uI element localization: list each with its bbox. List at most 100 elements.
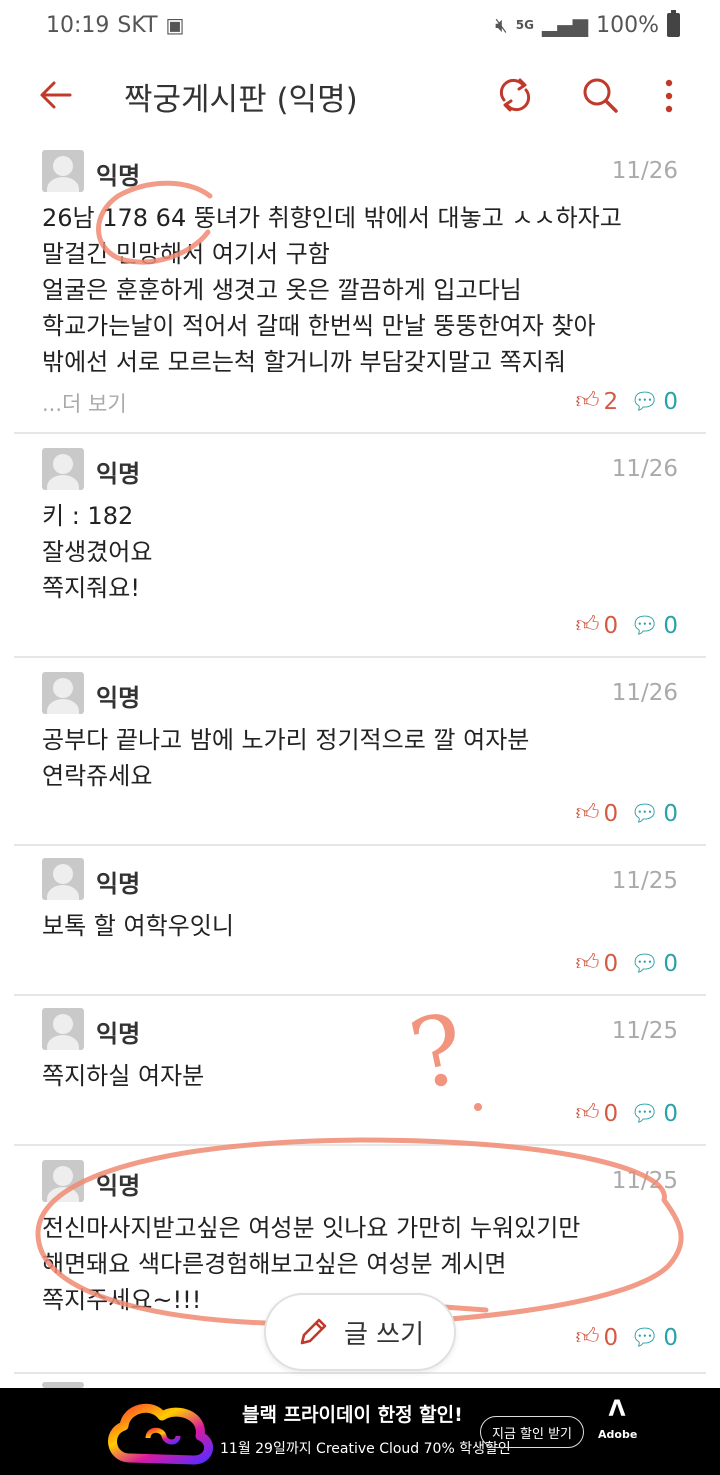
comment-count[interactable]: 💬︎ 0 <box>630 950 678 978</box>
comment-icon: 💬︎ <box>630 1325 660 1351</box>
comment-icon: 💬︎ <box>630 613 660 639</box>
post-item[interactable]: 익명 11/26 키 : 182 잘생겼어요 쪽지줘요! 👍︎ 0 💬︎ 0 <box>14 434 706 658</box>
avatar <box>42 448 84 490</box>
like-count[interactable]: 👍︎ 0 <box>575 1100 618 1127</box>
comment-icon: 💬︎ <box>630 1101 660 1127</box>
comment-icon: 💬︎ <box>630 951 660 977</box>
like-count[interactable]: 👍︎ 0 <box>575 1324 618 1351</box>
post-line: 쪽지하실 여자분 <box>42 1062 205 1090</box>
read-more-link[interactable]: ...더 보기 <box>42 388 127 418</box>
comment-count[interactable]: 💬︎ 0 <box>630 388 678 416</box>
thumbs-up-icon: 👍︎ <box>575 800 600 826</box>
comment-count[interactable]: 💬︎ 0 <box>630 800 678 828</box>
adobe-logo-icon: Λ <box>608 1397 626 1422</box>
post-line: 키 : 182 <box>42 502 134 530</box>
thumbs-up-icon: 👍︎ <box>575 950 600 976</box>
notification-icon: ▣ <box>165 13 185 37</box>
post-date: 11/25 <box>611 868 678 894</box>
network-type: 5G <box>515 18 534 32</box>
adobe-brand: Λ Adobe <box>598 1397 638 1442</box>
status-right: 🔇︎ 5G ▂▄▆ 100% <box>495 10 680 38</box>
post-date: 11/26 <box>611 456 678 482</box>
post-item[interactable]: 익명 11/26 26남 178 64 뚱녀가 취향인데 밖에서 대놓고 ㅅㅅ하… <box>14 142 706 434</box>
comment-icon: 💬︎ <box>630 801 660 827</box>
post-body: 공부다 끝나고 밤에 노가리 정기적으로 깔 여자분 연락쥬세요 <box>42 722 682 794</box>
avatar <box>42 1008 84 1050</box>
post-line: 연락쥬세요 <box>42 762 153 790</box>
post-date: 11/26 <box>611 680 678 706</box>
post-author: 익명 <box>96 1020 141 1048</box>
post-line: 공부다 끝나고 밤에 노가리 정기적으로 깔 여자분 <box>42 726 530 754</box>
post-body: 키 : 182 잘생겼어요 쪽지줘요! <box>42 498 682 606</box>
battery-percent: 100% <box>596 12 659 38</box>
post-stats: 👍︎ 2 💬︎ 0 <box>575 388 678 415</box>
post-date: 11/25 <box>611 1018 678 1044</box>
write-post-button[interactable]: 글 쓰기 <box>264 1293 456 1371</box>
adobe-brand-name: Adobe <box>598 1428 638 1441</box>
avatar <box>42 1160 84 1202</box>
ad-subtext: 11월 29일까지 Creative Cloud 70% 학생할인 <box>220 1441 511 1457</box>
comment-icon: 💬︎ <box>630 389 660 415</box>
post-item[interactable]: 익명 11/25 보톡 할 여학우잇니 👍︎ 0 💬︎ 0 <box>14 846 706 996</box>
post-line: 해면돼요 색다른경험해보고싶은 여성분 계시면 <box>42 1250 507 1278</box>
like-count[interactable]: 👍︎ 2 <box>575 388 618 415</box>
app-bar: 짝궁게시판 (익명) <box>0 50 720 142</box>
more-vert-icon[interactable] <box>656 76 682 116</box>
like-count[interactable]: 👍︎ 0 <box>575 612 618 639</box>
back-arrow-icon[interactable] <box>38 77 74 113</box>
thumbs-up-icon: 👍︎ <box>575 1324 600 1350</box>
thumbs-up-icon: 👍︎ <box>575 1100 600 1126</box>
post-author: 익명 <box>96 870 141 898</box>
post-line: 얼굴은 훈훈하게 생겻고 옷은 깔끔하게 입고다님 <box>42 276 522 304</box>
post-line: 전신마사지받고싶은 여성분 잇나요 가만히 누워있기만 <box>42 1214 581 1242</box>
like-count[interactable]: 👍︎ 0 <box>575 800 618 827</box>
post-line: 26남 178 64 뚱녀가 취향인데 밖에서 대놓고 ㅅㅅ하자고 <box>42 204 622 232</box>
ad-cta-button[interactable]: 지금 할인 받기 <box>480 1416 584 1448</box>
like-count[interactable]: 👍︎ 0 <box>575 950 618 977</box>
status-left: 10:19 SKT ▣ <box>46 13 184 38</box>
post-stats: 👍︎ 0 💬︎ 0 <box>575 1324 678 1351</box>
refresh-icon[interactable] <box>496 76 534 114</box>
post-date: 11/26 <box>611 158 678 184</box>
avatar <box>42 150 84 192</box>
write-button-label: 글 쓰기 <box>343 1319 425 1350</box>
post-line: 말걸긴 민망해서 여기서 구함 <box>42 240 330 268</box>
page-title: 짝궁게시판 (익명) <box>124 82 358 118</box>
post-item[interactable]: 익명 11/25 쪽지하실 여자분 👍︎ 0 💬︎ 0 <box>14 996 706 1146</box>
mute-icon: 🔇︎ <box>495 13 508 37</box>
battery-icon <box>667 10 680 37</box>
comment-count[interactable]: 💬︎ 0 <box>630 612 678 640</box>
post-author: 익명 <box>96 684 141 712</box>
comment-count[interactable]: 💬︎ 0 <box>630 1324 678 1352</box>
status-bar: 10:19 SKT ▣ 🔇︎ 5G ▂▄▆ 100% <box>0 0 720 50</box>
post-body: 보톡 할 여학우잇니 <box>42 908 682 944</box>
post-author: 익명 <box>96 460 141 488</box>
post-line: 쪽지줘요! <box>42 574 140 602</box>
ad-headline: 블랙 프라이데이 한정 할인! <box>242 1404 463 1426</box>
comment-count[interactable]: 💬︎ 0 <box>630 1100 678 1128</box>
status-carrier: SKT <box>117 12 158 38</box>
post-line: 잘생겼어요 <box>42 538 153 566</box>
thumbs-up-icon: 👍︎ <box>575 388 600 414</box>
ad-banner[interactable]: 블랙 프라이데이 한정 할인! 11월 29일까지 Creative Cloud… <box>0 1388 720 1475</box>
post-author: 익명 <box>96 1172 141 1200</box>
post-line: 밖에선 서로 모르는척 할거니까 부담갖지말고 쪽지줘 <box>42 348 566 376</box>
post-date: 11/25 <box>611 1168 678 1194</box>
post-author: 익명 <box>96 162 141 190</box>
post-body: 쪽지하실 여자분 <box>42 1058 682 1094</box>
status-time: 10:19 <box>46 12 110 38</box>
post-stats: 👍︎ 0 💬︎ 0 <box>575 800 678 827</box>
post-stats: 👍︎ 0 💬︎ 0 <box>575 1100 678 1127</box>
post-line: 학교가는날이 적어서 갈때 한번씩 만날 뚱뚱한여자 찾아 <box>42 312 596 340</box>
creative-cloud-logo <box>108 1403 213 1465</box>
pencil-icon <box>300 1318 327 1345</box>
signal-icon: ▂▄▆ <box>541 13 589 37</box>
search-icon[interactable] <box>580 75 620 115</box>
avatar <box>42 858 84 900</box>
post-stats: 👍︎ 0 💬︎ 0 <box>575 950 678 977</box>
thumbs-up-icon: 👍︎ <box>575 612 600 638</box>
post-item[interactable]: 익명 11/26 공부다 끝나고 밤에 노가리 정기적으로 깔 여자분 연락쥬세… <box>14 658 706 846</box>
post-line: 보톡 할 여학우잇니 <box>42 912 234 940</box>
avatar <box>42 672 84 714</box>
post-stats: 👍︎ 0 💬︎ 0 <box>575 612 678 639</box>
